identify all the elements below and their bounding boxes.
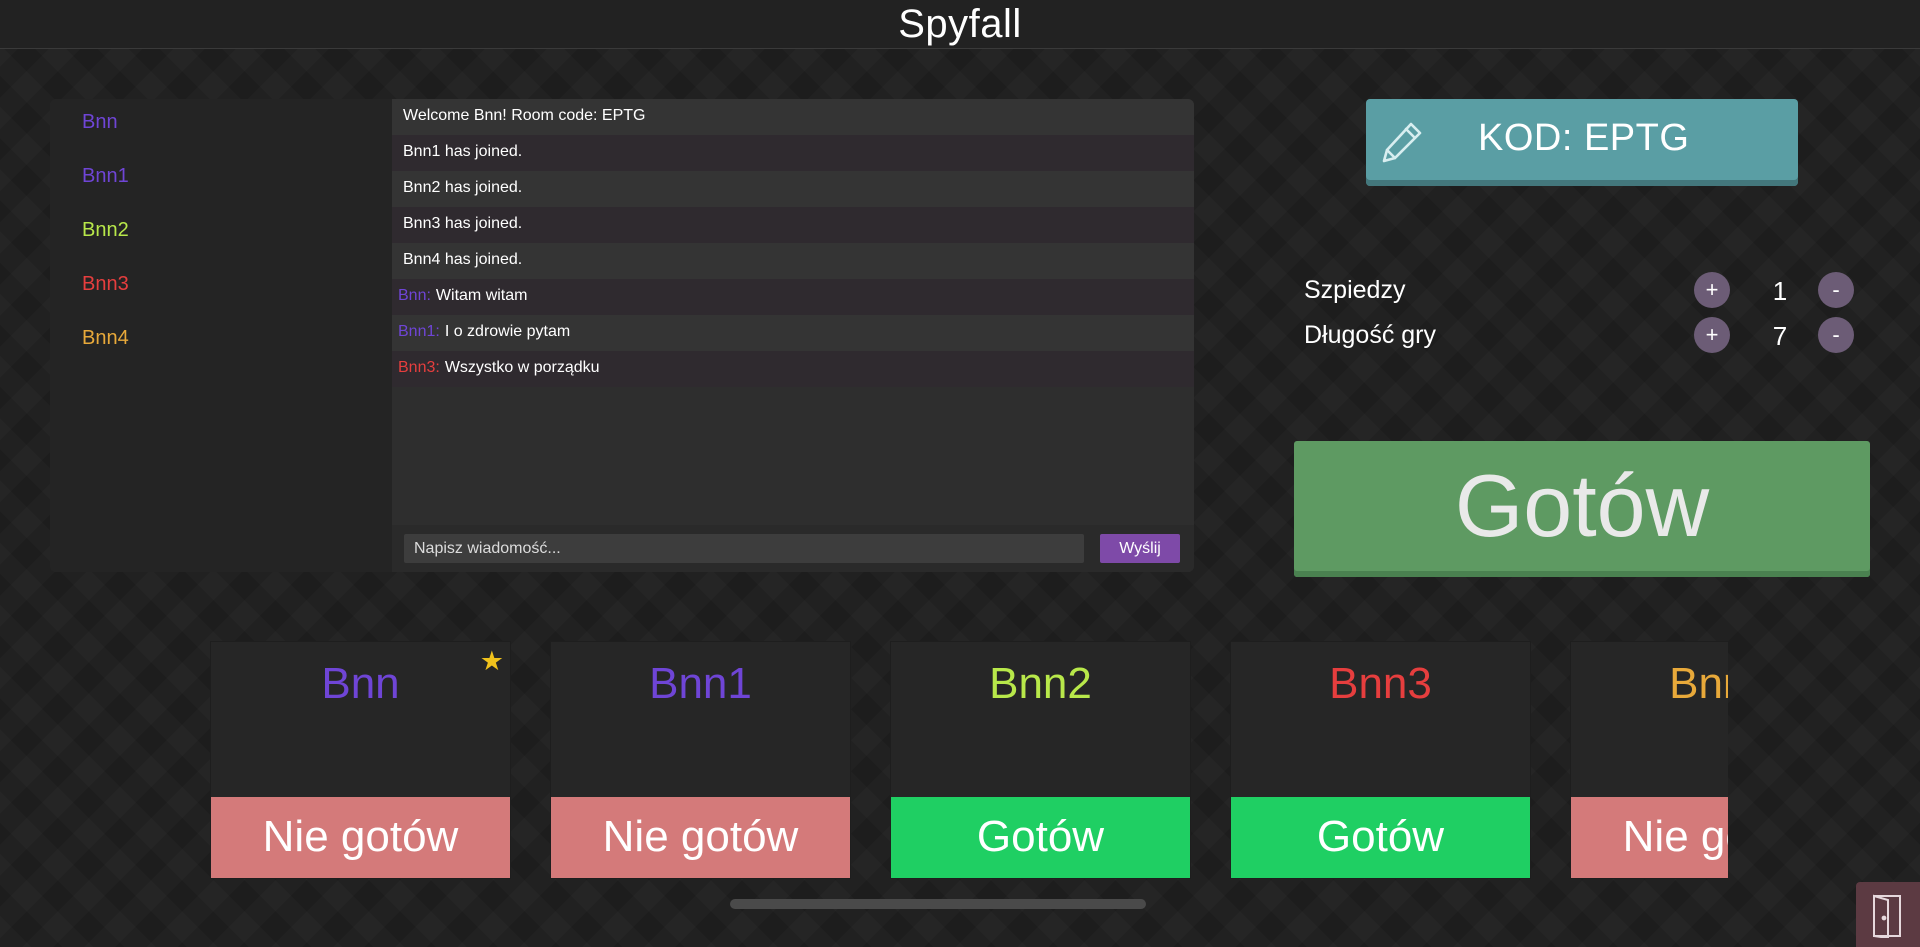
pencil-icon [1382, 122, 1422, 163]
player-card-name: Bnn4 [1669, 659, 1728, 708]
player-card-name: Bnn2 [989, 659, 1092, 708]
player-card-name: Bnn3 [1329, 659, 1432, 708]
chat-message: Bnn1: I o zdrowie pytam [392, 315, 1194, 351]
chat-message-author: Bnn3: [398, 359, 440, 376]
game-length-decrease-button[interactable]: - [1818, 317, 1854, 353]
chat-message-author: Bnn1: [398, 323, 440, 340]
exit-button[interactable] [1856, 882, 1920, 947]
player-ready-status: Nie gotów [211, 797, 510, 878]
room-code-label: KOD: EPTG [1478, 117, 1690, 159]
player-list-item: Bnn3 [82, 273, 129, 295]
setting-spies: Szpiedzy + 1 - [1304, 272, 1856, 308]
chat-input-row: Wyślij [392, 525, 1194, 572]
app-title: Spyfall [898, 1, 1022, 46]
spies-value: 1 [1772, 276, 1788, 306]
chat-message: Bnn4 has joined. [392, 243, 1194, 279]
send-button[interactable]: Wyślij [1100, 534, 1180, 563]
door-exit-icon [1873, 894, 1901, 938]
player-ready-status: Nie gotów [1571, 797, 1728, 878]
player-card: Bnn4 Nie gotów [1570, 641, 1728, 879]
player-ready-status: Gotów [1231, 797, 1530, 878]
game-length-label: Długość gry [1304, 321, 1436, 349]
chat-message-text: Welcome Bnn! Room code: EPTG [403, 107, 646, 124]
player-list-item: Bnn4 [82, 327, 129, 349]
chat-message: Welcome Bnn! Room code: EPTG [392, 99, 1194, 135]
player-list-item: Bnn [82, 111, 118, 133]
player-cards: Bnn ★ Nie gotów Bnn1 Nie gotów Bnn2 Gotów Bnn3 G… [210, 641, 1728, 879]
game-length-value: 7 [1772, 321, 1788, 351]
chat-message: Bnn2 has joined. [392, 171, 1194, 207]
chat-message: Bnn3 has joined. [392, 207, 1194, 243]
player-ready-status: Nie gotów [551, 797, 850, 878]
player-card: Bnn ★ Nie gotów [210, 641, 511, 879]
spies-label: Szpiedzy [1304, 276, 1406, 304]
player-list-item: Bnn1 [82, 165, 129, 187]
chat-message-text: Bnn4 has joined. [403, 251, 523, 268]
player-list-item: Bnn2 [82, 219, 129, 241]
cards-scrollbar[interactable] [730, 899, 1146, 909]
ready-button[interactable]: Gotów [1294, 441, 1870, 577]
chat-message-author: Bnn: [398, 287, 431, 304]
setting-game-length: Długość gry + 7 - [1304, 317, 1856, 353]
chat-message: Bnn3: Wszystko w porządku [392, 351, 1194, 387]
chat-message-text: Wszystko w porządku [444, 359, 600, 376]
host-star-icon: ★ [479, 646, 504, 676]
room-code-button[interactable]: KOD: EPTG [1366, 99, 1798, 186]
spies-increase-button[interactable]: + [1694, 272, 1730, 308]
chat-area: Welcome Bnn! Room code: EPTG Bnn1 has joi… [392, 99, 1194, 572]
top-bar: Spyfall [0, 0, 1920, 49]
chat-messages[interactable]: Welcome Bnn! Room code: EPTG Bnn1 has joi… [392, 99, 1194, 387]
player-card-name: Bnn [321, 659, 400, 708]
chat-message-text: Bnn1 has joined. [403, 143, 523, 160]
player-card: Bnn2 Gotów [890, 641, 1191, 879]
player-card: Bnn1 Nie gotów [550, 641, 851, 879]
chat-message-text: Bnn3 has joined. [403, 215, 523, 232]
chat-panel: Bnn Bnn1 Bnn2 Bnn3 Bnn4 Welcome Bnn! Room co… [50, 99, 1194, 572]
player-card: Bnn3 Gotów [1230, 641, 1531, 879]
chat-message-text: I o zdrowie pytam [444, 323, 571, 340]
player-card-name: Bnn1 [649, 659, 752, 708]
chat-message-text: Witam witam [435, 287, 528, 304]
chat-message: Bnn1 has joined. [392, 135, 1194, 171]
game-length-increase-button[interactable]: + [1694, 317, 1730, 353]
player-ready-status: Gotów [891, 797, 1190, 878]
players-sidebar: Bnn Bnn1 Bnn2 Bnn3 Bnn4 [50, 99, 392, 572]
chat-message: Bnn: Witam witam [392, 279, 1194, 315]
spies-decrease-button[interactable]: - [1818, 272, 1854, 308]
chat-message-text: Bnn2 has joined. [403, 179, 523, 196]
chat-message-input[interactable] [404, 534, 1084, 563]
